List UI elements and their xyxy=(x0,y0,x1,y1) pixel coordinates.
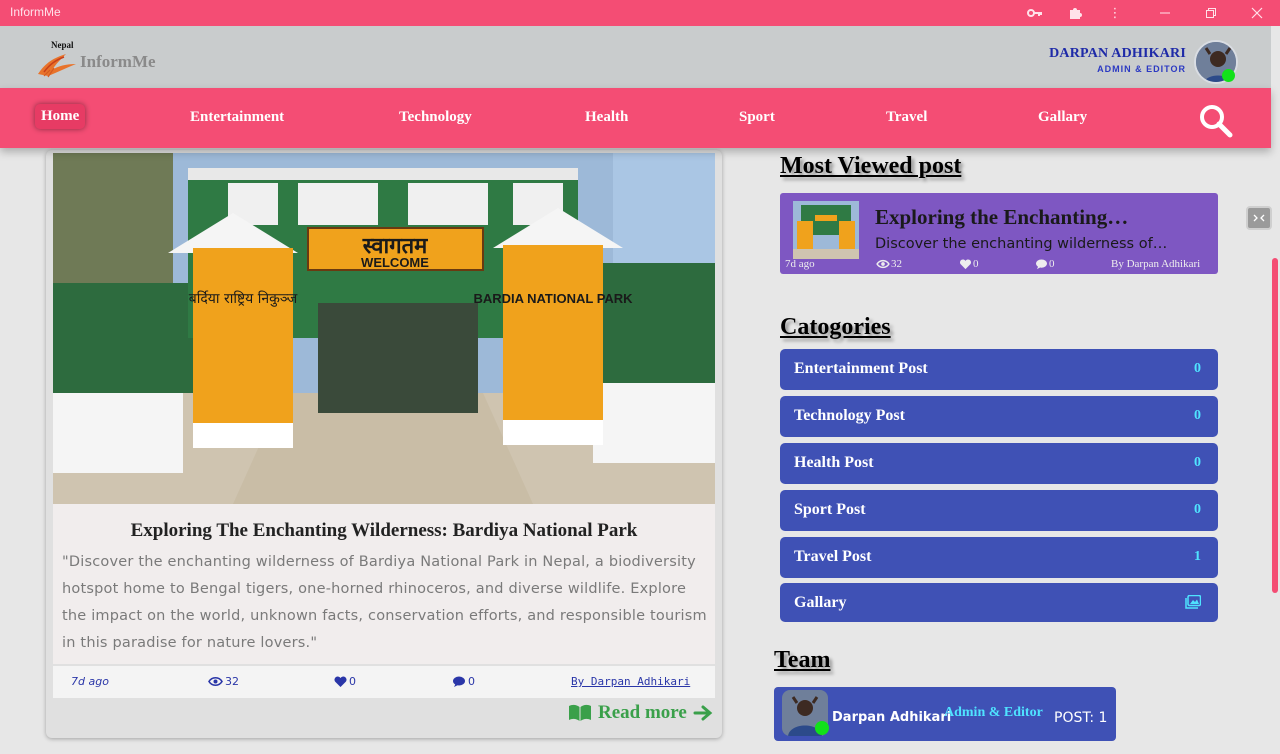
post-comments-count: 0 xyxy=(468,675,475,688)
category-gallary[interactable]: Gallary xyxy=(780,583,1218,622)
post-likes[interactable]: 0 xyxy=(334,675,356,688)
nav-travel[interactable]: Travel xyxy=(886,109,927,126)
site-header: Nepal InformMe DARPAN ADHIKARI ADMIN & E… xyxy=(0,26,1271,88)
most-viewed-views-count: 32 xyxy=(891,258,902,270)
comment-icon xyxy=(1036,258,1047,269)
post-card: स्वागतम WELCOME बर्दिया राष्ट्रिय निकुञ्… xyxy=(46,150,722,738)
minimize-icon[interactable] xyxy=(1156,4,1174,22)
team-member-role: Admin & Editor xyxy=(944,705,1043,720)
nav-health[interactable]: Health xyxy=(585,109,628,126)
window-title: InformMe xyxy=(10,5,61,19)
team-member-name: Darpan Adhikari xyxy=(832,710,952,725)
logo-brand-text: InformMe xyxy=(80,52,156,71)
category-count: 0 xyxy=(1194,361,1201,376)
user-role: ADMIN & EDITOR xyxy=(1097,64,1186,74)
post-views-count: 32 xyxy=(225,675,239,688)
post-image[interactable]: स्वागतम WELCOME बर्दिया राष्ट्रिय निकुञ्… xyxy=(53,153,715,504)
sign-welcome-text: WELCOME xyxy=(361,255,429,270)
nav-sport[interactable]: Sport xyxy=(739,109,775,126)
team-online-status-dot xyxy=(815,721,829,735)
post-excerpt: "Discover the enchanting wilderness of B… xyxy=(62,554,707,651)
most-viewed-title[interactable]: Exploring the Enchanting… xyxy=(875,205,1145,230)
category-technology[interactable]: Technology Post 0 xyxy=(780,396,1218,437)
heart-icon xyxy=(334,675,347,687)
category-sport[interactable]: Sport Post 0 xyxy=(780,490,1218,531)
user-name: DARPAN ADHIKARI xyxy=(1049,46,1186,61)
read-more-link[interactable]: Read more xyxy=(568,702,713,724)
category-count: 0 xyxy=(1194,408,1201,423)
nav-gallary[interactable]: Gallary xyxy=(1038,109,1087,126)
user-info[interactable]: DARPAN ADHIKARI ADMIN & EDITOR xyxy=(1049,46,1186,74)
online-status-dot xyxy=(1222,69,1235,82)
team-member-card[interactable]: Darpan Adhikari Admin & Editor POST: 1 xyxy=(774,687,1116,741)
category-entertainment[interactable]: Entertainment Post 0 xyxy=(780,349,1218,390)
extensions-icon[interactable] xyxy=(1066,4,1084,22)
category-count: 0 xyxy=(1194,502,1201,517)
gallery-icon xyxy=(1185,595,1201,609)
category-travel[interactable]: Travel Post 1 xyxy=(780,537,1218,578)
book-icon xyxy=(569,704,591,721)
category-label: Travel Post xyxy=(794,548,872,565)
most-viewed-thumbnail xyxy=(793,201,859,259)
search-icon[interactable] xyxy=(1197,102,1233,138)
most-viewed-author[interactable]: By Darpan Adhikari xyxy=(1111,258,1200,270)
key-icon[interactable] xyxy=(1026,4,1044,22)
read-more-label: Read more xyxy=(598,702,687,723)
post-likes-count: 0 xyxy=(349,675,356,688)
bird-logo-icon xyxy=(38,54,76,78)
heart-icon xyxy=(959,258,972,269)
post-views: 32 xyxy=(208,675,239,688)
post-meta: 7d ago 32 0 0 By Darpan Adhikari xyxy=(53,666,715,698)
most-viewed-card[interactable]: Exploring the Enchanting… Discover the e… xyxy=(780,193,1218,274)
category-label: Technology Post xyxy=(794,407,905,424)
team-heading: Team xyxy=(774,647,831,673)
post-time: 7d ago xyxy=(71,675,109,688)
post-body: Exploring The Enchanting Wilderness: Bar… xyxy=(53,504,715,664)
category-count: 0 xyxy=(1194,455,1201,470)
category-count: 1 xyxy=(1194,549,1201,564)
most-viewed-heading: Most Viewed post xyxy=(780,153,962,179)
arrow-right-icon xyxy=(693,705,713,721)
restore-icon[interactable] xyxy=(1202,4,1220,22)
more-menu-icon[interactable]: ⋮ xyxy=(1106,4,1124,22)
nav-entertainment[interactable]: Entertainment xyxy=(190,109,284,126)
close-icon[interactable] xyxy=(1248,4,1266,22)
categories-heading: Catogories xyxy=(780,314,891,340)
side-widget-icon[interactable] xyxy=(1246,206,1272,230)
most-viewed-likes-count: 0 xyxy=(973,258,979,270)
sign-right-text: BARDIA NATIONAL PARK xyxy=(473,291,633,306)
eye-icon xyxy=(208,676,223,687)
post-title[interactable]: Exploring The Enchanting Wilderness: Bar… xyxy=(53,520,715,542)
main-navbar: Home Entertainment Technology Health Spo… xyxy=(0,88,1271,148)
eye-icon xyxy=(876,259,890,269)
most-viewed-excerpt: Discover the enchanting wilderness of… xyxy=(875,236,1168,252)
most-viewed-likes: 0 xyxy=(959,258,979,270)
most-viewed-comments: 0 xyxy=(1035,258,1055,270)
nav-home[interactable]: Home xyxy=(35,104,86,129)
site-logo[interactable]: Nepal InformMe xyxy=(36,40,186,80)
most-viewed-views: 32 xyxy=(876,258,902,270)
category-health[interactable]: Health Post 0 xyxy=(780,443,1218,484)
sign-left-text: बर्दिया राष्ट्रिय निकुञ्ज xyxy=(189,290,298,307)
comment-icon xyxy=(453,676,465,687)
category-label: Sport Post xyxy=(794,501,866,518)
most-viewed-time: 7d ago xyxy=(785,258,815,270)
team-member-posts: POST: 1 xyxy=(1054,710,1108,726)
most-viewed-comments-count: 0 xyxy=(1049,258,1055,270)
nav-technology[interactable]: Technology xyxy=(399,109,472,126)
category-label: Entertainment Post xyxy=(794,360,928,377)
post-author-link[interactable]: By Darpan Adhikari xyxy=(571,675,690,688)
category-label: Gallary xyxy=(794,594,847,611)
post-comments[interactable]: 0 xyxy=(452,675,475,688)
category-label: Health Post xyxy=(794,454,874,471)
page-scrollbar-thumb[interactable] xyxy=(1272,258,1278,593)
window-titlebar: InformMe ⋮ xyxy=(0,0,1280,26)
